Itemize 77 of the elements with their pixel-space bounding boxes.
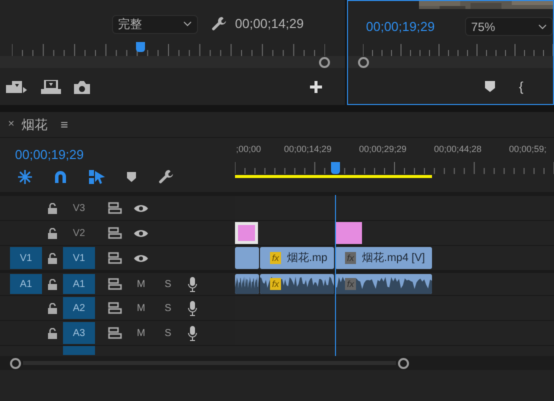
chevron-icon bbox=[538, 24, 547, 30]
track-target[interactable]: A1 bbox=[63, 274, 95, 294]
toggle-output-icon[interactable] bbox=[108, 227, 122, 239]
linked-selection-icon[interactable] bbox=[89, 170, 105, 184]
lock-icon[interactable] bbox=[48, 328, 57, 338]
scrub-handle[interactable] bbox=[319, 56, 330, 68]
lock-icon[interactable] bbox=[48, 228, 57, 238]
eye-icon[interactable] bbox=[134, 204, 148, 212]
graphic-clip[interactable] bbox=[235, 222, 258, 244]
magnet-icon[interactable] bbox=[54, 170, 67, 183]
quality-dropdown[interactable]: 完整 bbox=[112, 14, 198, 34]
source-patch[interactable]: A1 bbox=[10, 274, 42, 294]
fx-badge: fx bbox=[270, 252, 282, 264]
video-clip[interactable] bbox=[235, 247, 259, 269]
solo-button[interactable]: S bbox=[162, 276, 174, 292]
video-clip[interactable]: fx 烟花.mp4 [V] bbox=[335, 247, 432, 269]
lock-icon[interactable] bbox=[48, 202, 57, 214]
panel-menu-button[interactable]: ≡ bbox=[60, 114, 68, 134]
toggle-output-icon[interactable] bbox=[108, 327, 122, 339]
mute-button[interactable]: M bbox=[134, 326, 148, 340]
insert-icon[interactable] bbox=[6, 80, 28, 94]
scrub-handle[interactable] bbox=[358, 56, 369, 68]
chevron-icon bbox=[183, 21, 192, 27]
toggle-output-icon[interactable] bbox=[108, 202, 122, 214]
track-target[interactable]: V1 bbox=[63, 247, 95, 269]
ruler-label: 00;00;44;28 bbox=[434, 143, 483, 156]
solo-button[interactable]: S bbox=[162, 326, 174, 340]
ruler-label: 00;00;59; bbox=[509, 143, 548, 156]
source-timecode: 00;00;14;29 bbox=[235, 15, 304, 34]
microphone-icon[interactable] bbox=[188, 326, 197, 340]
ruler-label: 00;00;14;29 bbox=[284, 143, 333, 156]
nest-icon[interactable] bbox=[18, 170, 32, 184]
lock-icon[interactable] bbox=[48, 252, 57, 264]
audio-clip[interactable]: fx bbox=[260, 274, 334, 294]
track-target[interactable] bbox=[63, 346, 95, 355]
track-target[interactable]: V2 bbox=[63, 222, 95, 244]
video-clip[interactable]: fx 烟花.mp bbox=[260, 247, 334, 269]
toggle-output-icon[interactable] bbox=[108, 302, 122, 314]
playhead-marker[interactable] bbox=[136, 42, 146, 52]
fx-badge: fx bbox=[345, 252, 356, 264]
marker-icon[interactable] bbox=[485, 80, 495, 92]
ruler-label: 00;00;29;29 bbox=[359, 143, 408, 156]
overwrite-icon[interactable] bbox=[41, 80, 61, 94]
playhead-marker[interactable] bbox=[331, 162, 340, 174]
lock-icon[interactable] bbox=[48, 278, 57, 290]
fx-badge: fx bbox=[345, 278, 356, 290]
wrench-icon[interactable] bbox=[211, 16, 227, 32]
toggle-output-icon[interactable] bbox=[108, 252, 122, 264]
eye-icon[interactable] bbox=[134, 254, 148, 262]
camera-icon[interactable] bbox=[74, 80, 90, 94]
source-patch[interactable]: V1 bbox=[10, 247, 42, 269]
program-timecode: 00;00;19;29 bbox=[366, 18, 436, 36]
audio-clip[interactable] bbox=[235, 274, 259, 294]
track-target[interactable]: V3 bbox=[63, 197, 95, 219]
clip-name: 烟花.mp4 [V] bbox=[362, 250, 425, 266]
eye-icon[interactable] bbox=[134, 228, 148, 238]
mute-button[interactable]: M bbox=[134, 300, 148, 316]
ruler-label: ;00;00 bbox=[236, 143, 262, 156]
graphic-clip[interactable] bbox=[335, 222, 362, 244]
close-tab-button[interactable]: × bbox=[8, 116, 14, 133]
lock-icon[interactable] bbox=[48, 302, 57, 314]
mark-in-button[interactable]: { bbox=[519, 80, 524, 92]
timeline-timecode: 00;00;19;29 bbox=[15, 146, 85, 164]
wrench-icon[interactable] bbox=[158, 168, 174, 184]
microphone-icon[interactable] bbox=[188, 300, 197, 316]
clip-name: 烟花.mp bbox=[287, 250, 328, 266]
toggle-output-icon[interactable] bbox=[108, 278, 122, 290]
marker-icon[interactable] bbox=[127, 172, 136, 182]
track-target[interactable]: A2 bbox=[63, 297, 95, 319]
microphone-icon[interactable] bbox=[188, 276, 197, 292]
mute-button[interactable]: M bbox=[134, 276, 148, 292]
track-target[interactable]: A3 bbox=[63, 322, 95, 344]
timeline-tab[interactable]: 烟花 bbox=[21, 114, 48, 134]
add-icon[interactable] bbox=[310, 81, 322, 93]
zoom-dropdown[interactable]: 75% bbox=[465, 17, 553, 36]
solo-button[interactable]: S bbox=[162, 300, 174, 316]
fx-badge: fx bbox=[270, 278, 282, 290]
